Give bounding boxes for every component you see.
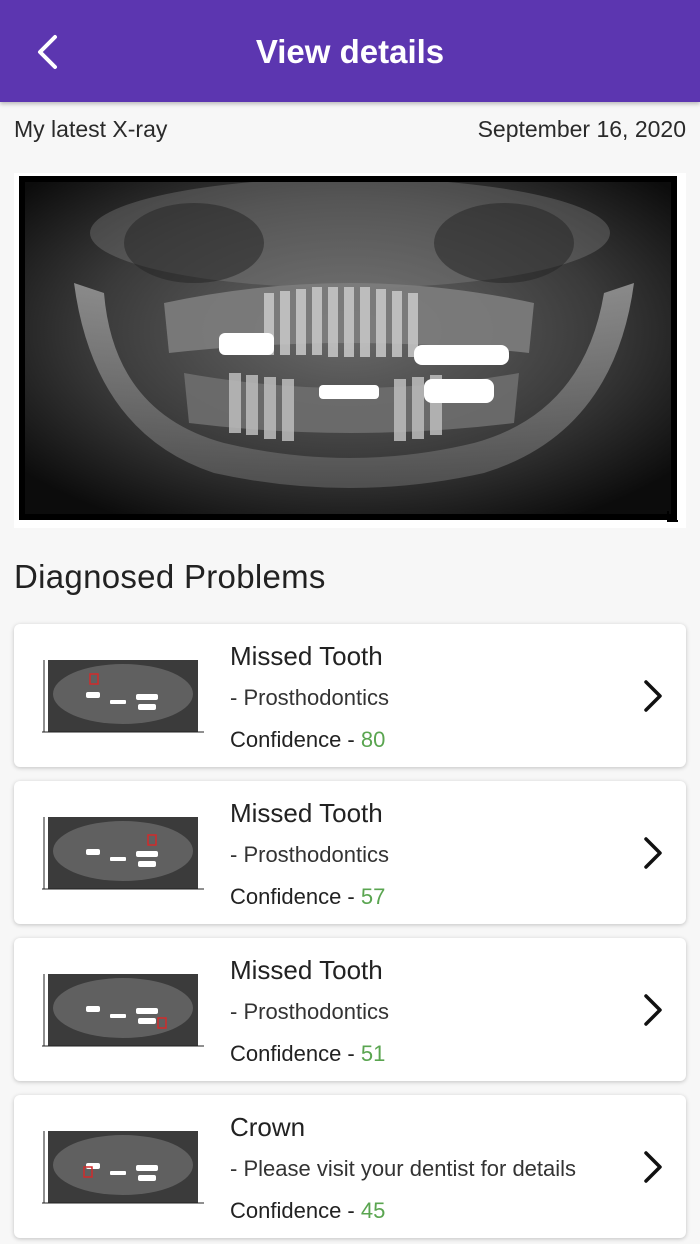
xray-date: September 16, 2020 <box>477 115 686 142</box>
problem-subtitle: - Prosthodontics <box>230 999 389 1024</box>
problem-confidence: Confidence - 57 <box>230 877 626 917</box>
problem-card[interactable]: Missed Tooth - Prosthodontics Confidence… <box>14 938 686 1081</box>
problem-title: Crown <box>230 1112 306 1142</box>
problem-text: Crown - Please visit your dentist for de… <box>230 1109 626 1231</box>
problem-text: Missed Tooth - Prosthodontics Confidence… <box>230 952 626 1074</box>
problem-subtitle: - Prosthodontics <box>230 685 389 710</box>
app-bar: View details <box>0 0 700 102</box>
xray-thumbnail <box>38 962 208 1056</box>
section-title: Diagnosed Problems <box>14 558 326 595</box>
xray-thumbnail <box>38 805 208 899</box>
problem-card[interactable]: Missed Tooth - Prosthodontics Confidence… <box>14 781 686 924</box>
problem-title: Missed Tooth <box>230 641 383 671</box>
problem-confidence: Confidence - 51 <box>230 1034 626 1074</box>
problem-card[interactable]: Missed Tooth - Prosthodontics Confidence… <box>14 624 686 767</box>
problem-confidence: Confidence - 45 <box>230 1191 626 1231</box>
confidence-value: 51 <box>360 1041 386 1066</box>
problem-text: Missed Tooth - Prosthodontics Confidence… <box>230 795 626 917</box>
xray-thumbnail <box>38 1119 208 1213</box>
confidence-label: Confidence - <box>230 1041 361 1066</box>
problem-title: Missed Tooth <box>230 955 383 985</box>
page-title: View details <box>255 33 445 70</box>
xray-thumbnail <box>38 648 208 742</box>
problem-title: Missed Tooth <box>230 798 383 828</box>
problem-confidence: Confidence - 80 <box>230 720 626 760</box>
xray-image[interactable] <box>14 173 686 528</box>
confidence-label: Confidence - <box>230 884 361 909</box>
problem-subtitle: - Prosthodontics <box>230 842 389 867</box>
problem-subtitle: - Please visit your dentist for details <box>230 1156 577 1181</box>
panoramic-xray-graphic <box>14 173 686 528</box>
chevron-right-icon <box>644 1151 662 1183</box>
confidence-label: Confidence - <box>230 1198 361 1223</box>
problems-list: Missed Tooth - Prosthodontics Confidence… <box>0 624 700 1238</box>
chevron-right-icon <box>644 994 662 1026</box>
confidence-value: 45 <box>360 1198 386 1223</box>
xray-label: My latest X-ray <box>14 115 168 142</box>
problem-card[interactable]: Crown - Please visit your dentist for de… <box>14 1095 686 1238</box>
confidence-label: Confidence - <box>230 727 361 752</box>
xray-meta-row: My latest X-ray September 16, 2020 <box>0 102 700 156</box>
confidence-value: 57 <box>360 884 386 909</box>
chevron-right-icon <box>644 680 662 712</box>
chevron-right-icon <box>644 837 662 869</box>
confidence-value: 80 <box>360 727 386 752</box>
problem-text: Missed Tooth - Prosthodontics Confidence… <box>230 638 626 760</box>
